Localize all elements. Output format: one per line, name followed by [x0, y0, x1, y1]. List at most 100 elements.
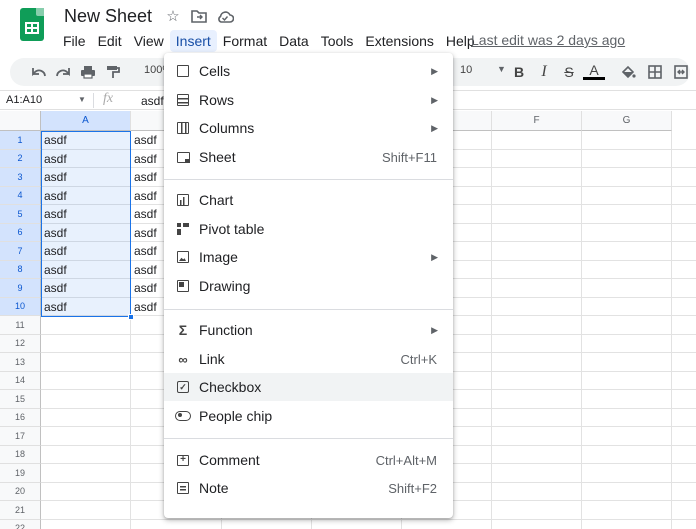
menu-data[interactable]: Data [273, 30, 315, 52]
menu-item-comment[interactable]: + Comment Ctrl+Alt+M [164, 446, 453, 474]
cell-a8[interactable]: asdf [44, 261, 67, 280]
select-all-corner[interactable] [0, 111, 41, 131]
row-header-15[interactable]: 15 [0, 390, 41, 409]
print-icon[interactable] [77, 62, 99, 82]
cell-b4[interactable]: asdf [134, 187, 157, 206]
row-header-21[interactable]: 21 [0, 501, 41, 520]
cell-b6[interactable]: asdf [134, 224, 157, 243]
menu-format[interactable]: Format [217, 30, 273, 52]
cell-a1[interactable]: asdf [44, 131, 67, 150]
font-size-select[interactable]: 10 [460, 64, 472, 76]
row-header-18[interactable]: 18 [0, 445, 41, 464]
menu-item-function[interactable]: Σ Function ▶ [164, 316, 453, 344]
cloud-status-icon[interactable] [216, 7, 234, 25]
cell-b1[interactable]: asdf [134, 131, 157, 150]
redo-icon[interactable] [52, 62, 74, 82]
menu-separator [164, 438, 453, 439]
row-header-10[interactable]: 10 [0, 297, 41, 316]
name-box[interactable]: A1:A10 [6, 94, 42, 106]
submenu-arrow-icon: ▶ [431, 122, 438, 133]
menu-item-label: People chip [199, 408, 273, 424]
menu-item-rows[interactable]: Rows ▶ [164, 86, 453, 114]
menu-item-drawing[interactable]: Drawing [164, 272, 453, 300]
cell-b8[interactable]: asdf [134, 261, 157, 280]
menu-file[interactable]: File [57, 30, 92, 52]
menu-item-link[interactable]: ∞ Link Ctrl+K [164, 345, 453, 373]
formula-input[interactable]: asdf [141, 94, 164, 108]
cell-a2[interactable]: asdf [44, 150, 67, 169]
row-header-2[interactable]: 2 [0, 149, 41, 168]
cell-a3[interactable]: asdf [44, 168, 67, 187]
menu-item-checkbox[interactable]: ✓ Checkbox [164, 373, 453, 401]
text-color-button[interactable]: A [583, 62, 605, 80]
row-header-14[interactable]: 14 [0, 371, 41, 390]
row-header-6[interactable]: 6 [0, 223, 41, 242]
row-header-16[interactable]: 16 [0, 408, 41, 427]
row-header-7[interactable]: 7 [0, 242, 41, 261]
cell-a10[interactable]: asdf [44, 298, 67, 317]
fill-color-icon[interactable] [617, 62, 639, 82]
italic-button[interactable]: I [533, 62, 555, 82]
columns-icon [175, 120, 191, 136]
borders-icon[interactable] [644, 62, 666, 82]
cell-b9[interactable]: asdf [134, 279, 157, 298]
menu-insert[interactable]: Insert [169, 30, 217, 52]
bold-button[interactable]: B [508, 62, 530, 82]
row-header-20[interactable]: 20 [0, 482, 41, 501]
menu-item-image[interactable]: Image ▶ [164, 243, 453, 271]
cell-b7[interactable]: asdf [134, 242, 157, 261]
star-icon[interactable]: ☆ [164, 7, 182, 25]
row-header-12[interactable]: 12 [0, 334, 41, 353]
row-header-19[interactable]: 19 [0, 464, 41, 483]
cell-b5[interactable]: asdf [134, 205, 157, 224]
pivot-table-icon [175, 221, 191, 237]
row-header-4[interactable]: 4 [0, 186, 41, 205]
row-header-17[interactable]: 17 [0, 427, 41, 446]
menu-item-columns[interactable]: Columns ▶ [164, 114, 453, 142]
strikethrough-button[interactable]: S [558, 62, 580, 82]
menu-item-label: Note [199, 480, 229, 496]
cell-a7[interactable]: asdf [44, 242, 67, 261]
row-header-22[interactable]: 22 [0, 519, 41, 529]
merge-cells-icon[interactable] [670, 62, 692, 82]
cell-a9[interactable]: asdf [44, 279, 67, 298]
row-header-13[interactable]: 13 [0, 353, 41, 372]
row-header-3[interactable]: 3 [0, 168, 41, 187]
cell-b10[interactable]: asdf [134, 298, 157, 317]
cell-a6[interactable]: asdf [44, 224, 67, 243]
menu-item-cells[interactable]: Cells ▶ [164, 57, 453, 85]
row-header-8[interactable]: 8 [0, 260, 41, 279]
cell-a5[interactable]: asdf [44, 205, 67, 224]
menu-item-people-chip[interactable]: People chip [164, 402, 453, 430]
undo-icon[interactable] [28, 62, 50, 82]
last-edit-link[interactable]: Last edit was 2 days ago [471, 32, 625, 48]
name-box-dropdown-icon[interactable]: ▼ [78, 95, 86, 104]
row-header-1[interactable]: 1 [0, 131, 41, 150]
font-size-dropdown-icon[interactable]: ▼ [497, 64, 506, 74]
people-chip-icon [175, 408, 191, 424]
row-header-5[interactable]: 5 [0, 205, 41, 224]
rows-icon [175, 92, 191, 108]
menu-item-pivot-table[interactable]: Pivot table [164, 215, 453, 243]
row-header-11[interactable]: 11 [0, 316, 41, 335]
paint-format-icon[interactable] [102, 62, 124, 82]
move-folder-icon[interactable] [190, 7, 208, 25]
cell-a4[interactable]: asdf [44, 187, 67, 206]
document-title[interactable]: New Sheet [64, 6, 152, 27]
menu-item-sheet[interactable]: Sheet Shift+F11 [164, 143, 453, 171]
menu-edit[interactable]: Edit [92, 30, 128, 52]
column-header-a[interactable]: A [41, 111, 131, 131]
menu-view[interactable]: View [128, 30, 170, 52]
menu-item-note[interactable]: Note Shift+F2 [164, 474, 453, 502]
row-header-9[interactable]: 9 [0, 279, 41, 298]
sheets-logo-icon[interactable] [20, 8, 44, 41]
column-header-f[interactable]: F [492, 111, 582, 131]
menu-item-label: Image [199, 249, 238, 265]
menu-item-label: Comment [199, 452, 260, 468]
cell-b3[interactable]: asdf [134, 168, 157, 187]
menu-item-chart[interactable]: Chart [164, 186, 453, 214]
cell-b2[interactable]: asdf [134, 150, 157, 169]
column-header-g[interactable]: G [582, 111, 672, 131]
menu-tools[interactable]: Tools [315, 30, 360, 52]
menu-extensions[interactable]: Extensions [359, 30, 439, 52]
